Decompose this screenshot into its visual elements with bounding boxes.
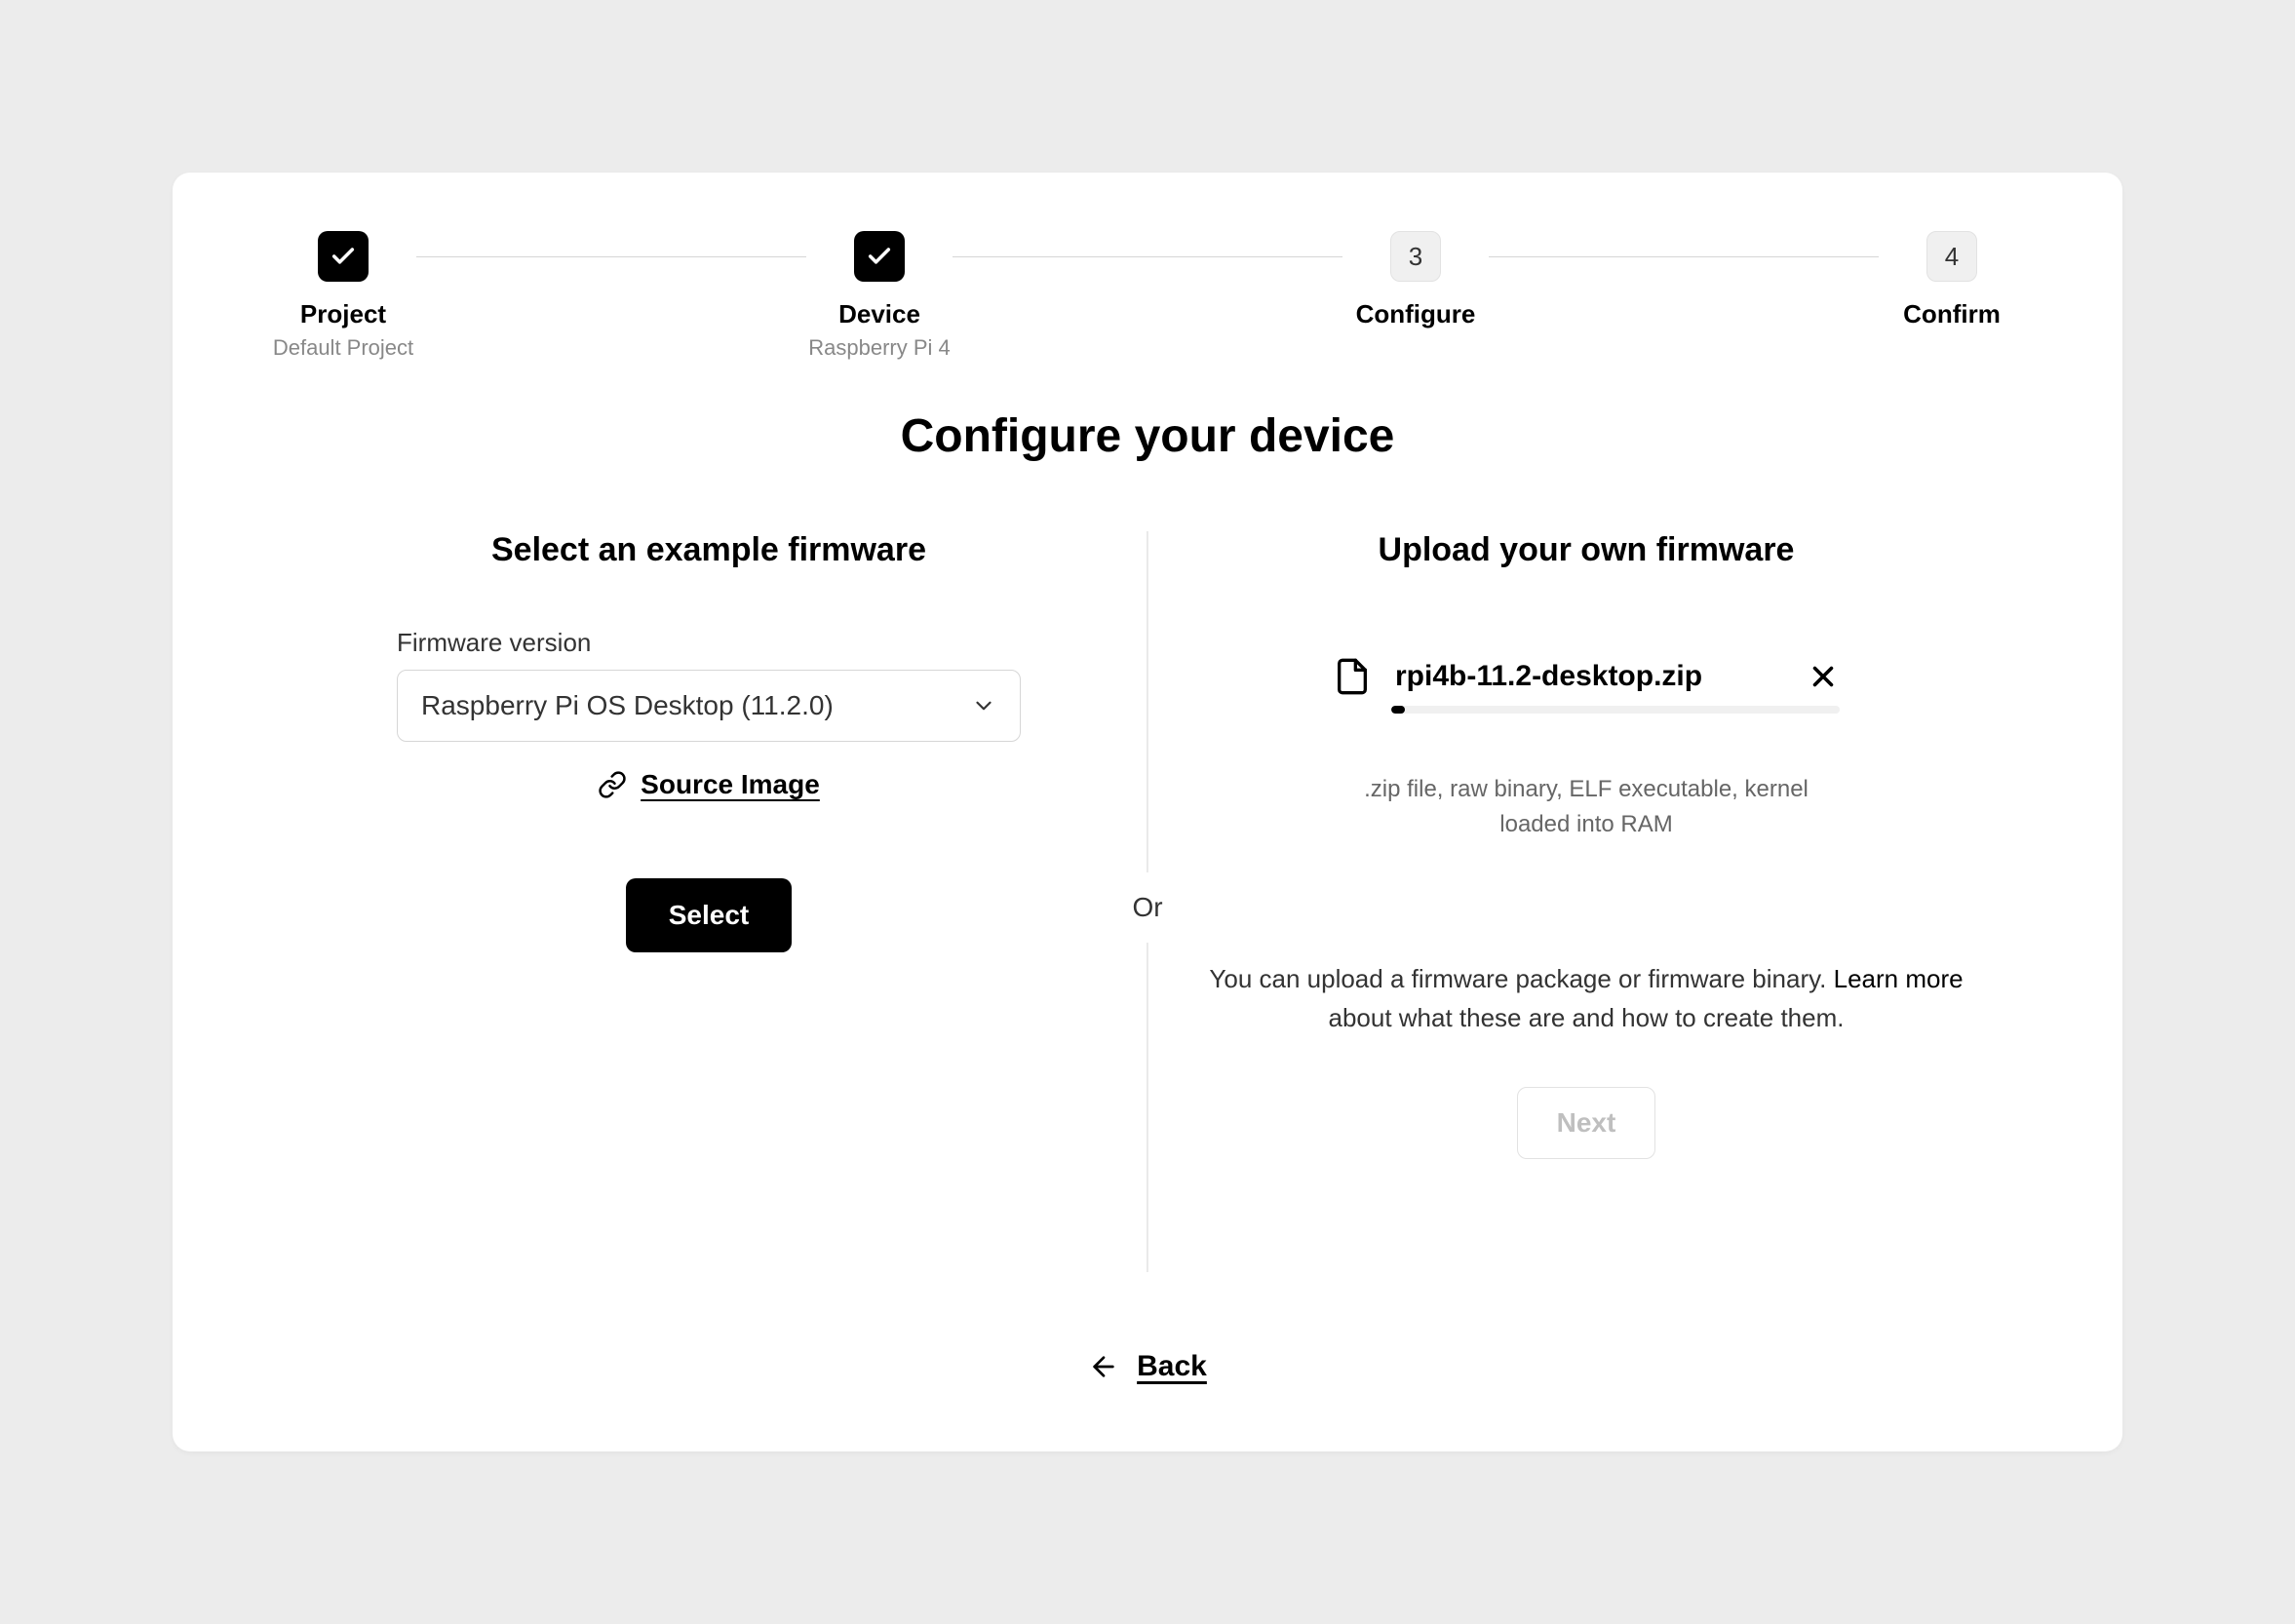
step-sublabel: Raspberry Pi 4	[808, 335, 951, 361]
divider: Or	[1132, 531, 1162, 1272]
upload-progress	[1391, 706, 1840, 714]
upload-desc-pre: You can upload a firmware package or fir…	[1209, 964, 1833, 993]
divider-line	[1147, 943, 1148, 1272]
wizard-card: Project Default Project Device Raspberry…	[173, 173, 2122, 1451]
step-number-box: 4	[1926, 231, 1977, 282]
upload-progress-fill	[1391, 706, 1405, 714]
page-title: Configure your device	[270, 409, 2025, 463]
source-image-label: Source Image	[641, 769, 820, 800]
step-device[interactable]: Device Raspberry Pi 4	[806, 231, 953, 361]
check-icon	[318, 231, 369, 282]
source-image-link[interactable]: Source Image	[397, 769, 1021, 800]
step-configure[interactable]: 3 Configure	[1342, 231, 1489, 329]
close-icon[interactable]	[1807, 660, 1840, 693]
step-sublabel: Default Project	[273, 335, 413, 361]
stepper: Project Default Project Device Raspberry…	[270, 231, 2025, 361]
step-label: Project	[300, 299, 386, 329]
firmware-version-label: Firmware version	[397, 628, 1021, 658]
firmware-version-value: Raspberry Pi OS Desktop (11.2.0)	[421, 690, 834, 721]
learn-more-link[interactable]: Learn more	[1834, 964, 1964, 993]
step-connector	[416, 256, 806, 257]
upload-file-row: rpi4b-11.2-desktop.zip	[1333, 657, 1840, 696]
step-number-box: 3	[1390, 231, 1441, 282]
arrow-left-icon	[1088, 1351, 1119, 1382]
upload-description: You can upload a firmware package or fir…	[1206, 959, 1966, 1038]
columns: Select an example firmware Firmware vers…	[270, 531, 2025, 1272]
back-link[interactable]: Back	[270, 1350, 2025, 1383]
next-button[interactable]: Next	[1517, 1087, 1656, 1159]
step-confirm[interactable]: 4 Confirm	[1879, 231, 2025, 329]
example-heading: Select an example firmware	[329, 531, 1089, 569]
step-connector	[953, 256, 1342, 257]
upload-filename: rpi4b-11.2-desktop.zip	[1395, 660, 1783, 693]
or-label: Or	[1132, 872, 1162, 943]
select-button[interactable]: Select	[626, 878, 793, 952]
upload-desc-post: about what these are and how to create t…	[1328, 1003, 1844, 1032]
upload-hint: .zip file, raw binary, ELF executable, k…	[1333, 772, 1840, 842]
example-firmware-column: Select an example firmware Firmware vers…	[270, 531, 1148, 1272]
step-label: Confirm	[1903, 299, 2001, 329]
divider-line	[1147, 531, 1148, 872]
firmware-version-select[interactable]: Raspberry Pi OS Desktop (11.2.0)	[397, 670, 1021, 742]
check-icon	[854, 231, 905, 282]
step-label: Device	[838, 299, 920, 329]
back-label: Back	[1137, 1350, 1207, 1383]
step-project[interactable]: Project Default Project	[270, 231, 416, 361]
step-label: Configure	[1356, 299, 1476, 329]
upload-firmware-column: Upload your own firmware rpi4b-11.2-desk…	[1148, 531, 2025, 1272]
upload-heading: Upload your own firmware	[1206, 531, 1966, 569]
file-icon	[1333, 657, 1372, 696]
chevron-down-icon	[971, 693, 996, 718]
link-icon	[598, 770, 627, 799]
step-connector	[1489, 256, 1879, 257]
